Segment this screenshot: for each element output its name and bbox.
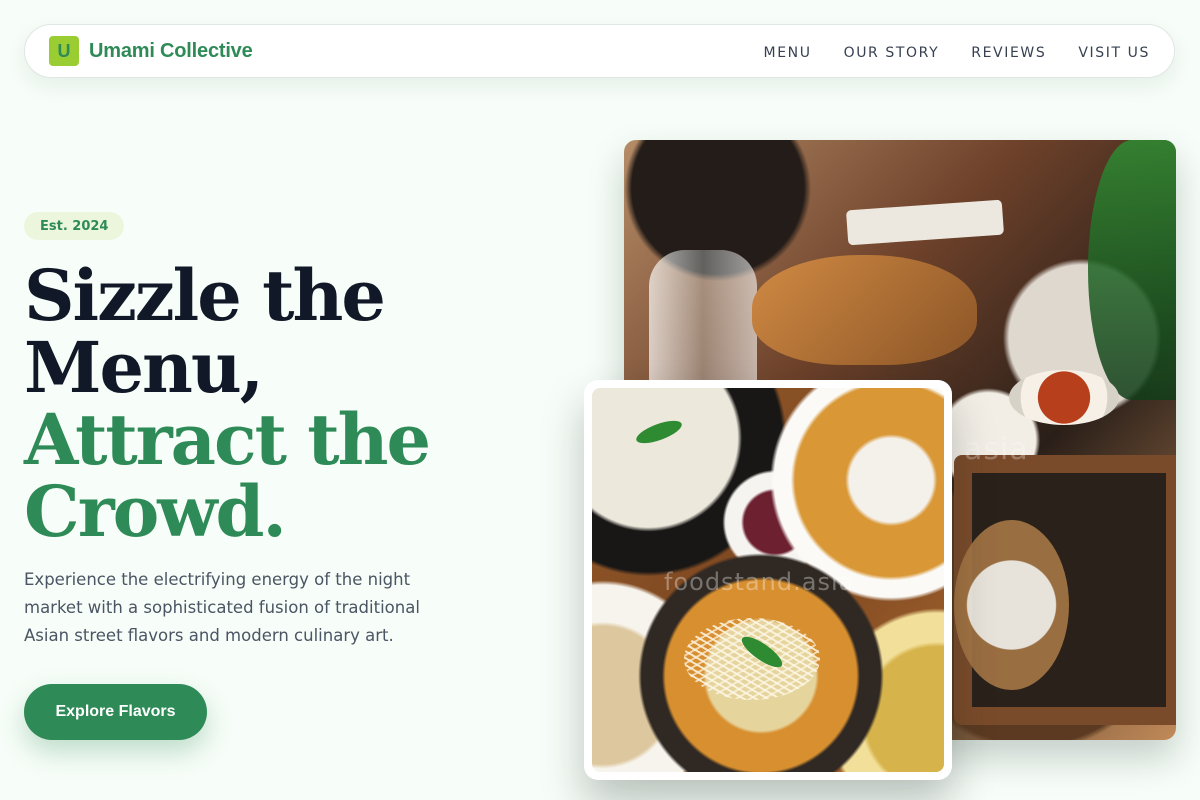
hero-copy: Est. 2024 Sizzle the Menu, Attract the C… [24,212,584,740]
banana-leaf-image [1088,140,1176,400]
brand-logo: U [49,36,79,66]
headline-line-2: Attract the [24,398,431,481]
headline-line-1: Sizzle the Menu, [24,254,386,409]
explore-flavors-button[interactable]: Explore Flavors [24,684,207,740]
hero-headline: Sizzle the Menu, Attract the Crowd. [24,260,584,548]
top-navigation: U Umami Collective MENU OUR STORY REVIEW… [24,24,1175,78]
hero-description: Experience the electrifying energy of th… [24,570,420,645]
nav-item-our-story: OUR STORY [844,42,940,61]
nav-link-our-story[interactable]: OUR STORY [844,45,940,61]
brand-name: Umami Collective [89,39,253,62]
herb-garnish-image [633,416,685,448]
nav-link-visit-us[interactable]: VISIT US [1078,45,1150,61]
nav-link-menu[interactable]: MENU [764,45,812,61]
noodle-plate-image [954,520,1069,690]
dipping-sauce-image [1009,370,1119,425]
asian-dishes-image: foodstand.asia [592,388,944,772]
main-navigation: MENU OUR STORY REVIEWS VISIT US [764,42,1150,61]
headline-line-3: Crowd. [24,470,287,553]
image-watermark: foodstand.asia [664,568,855,596]
nav-link-reviews[interactable]: REVIEWS [971,45,1046,61]
navigation-list: MENU OUR STORY REVIEWS VISIT US [764,42,1150,61]
asian-dishes-photo: foodstand.asia [584,380,952,780]
folded-napkin-image [845,199,1005,246]
nav-item-menu: MENU [764,42,812,61]
crispy-snacks-basket-image [752,255,977,365]
brand-home-link[interactable]: U Umami Collective [49,36,253,66]
image-watermark: asia [964,432,1029,467]
nav-item-visit-us: VISIT US [1078,42,1150,61]
crispy-noodles-image [684,618,820,700]
nav-item-reviews: REVIEWS [971,42,1046,61]
established-badge: Est. 2024 [24,212,125,240]
